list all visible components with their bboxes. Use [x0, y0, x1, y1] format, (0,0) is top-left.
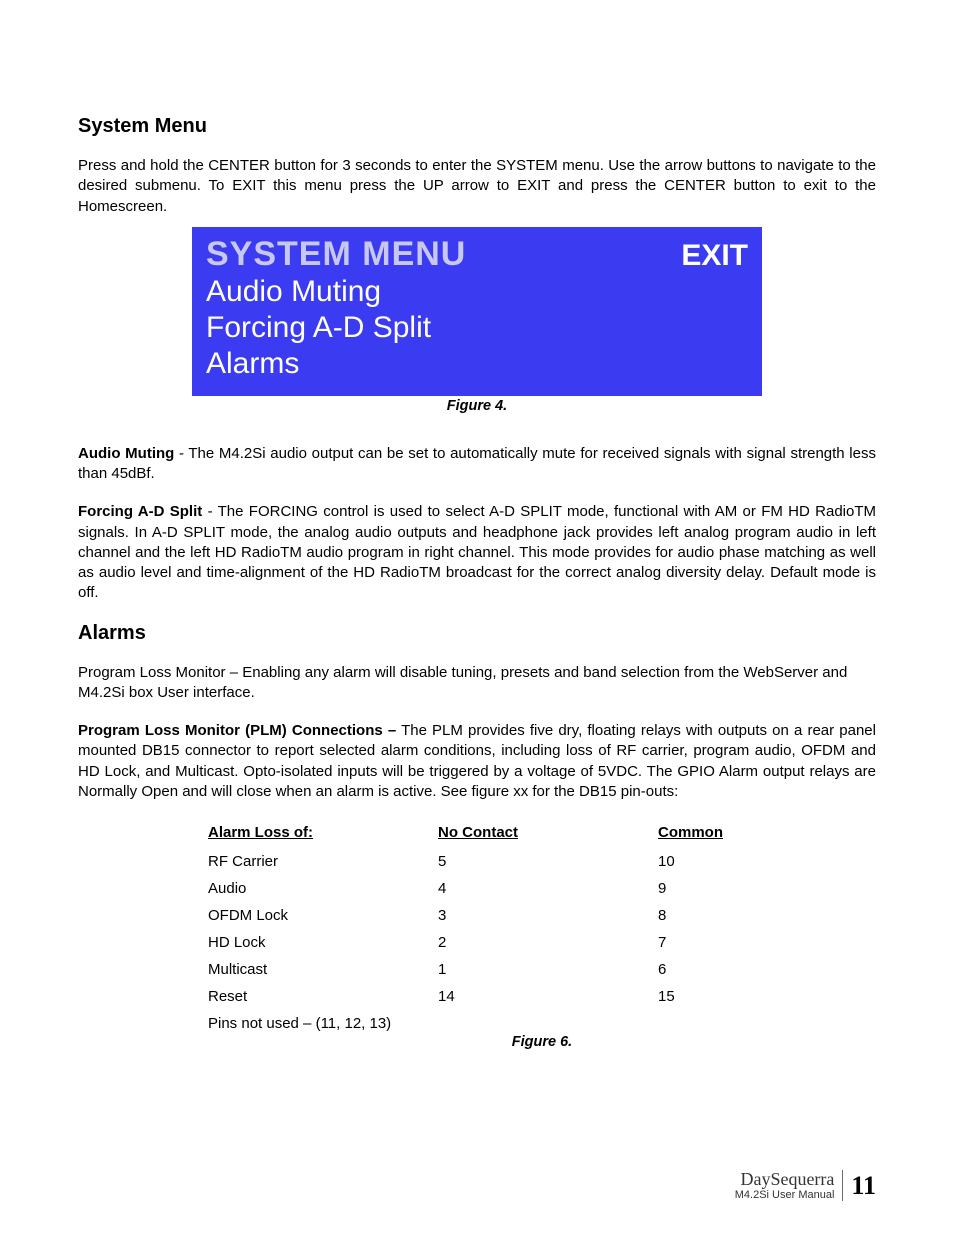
page-footer: DaySequerra M4.2Si User Manual 11 — [735, 1170, 876, 1201]
audio-muting-label: Audio Muting — [78, 445, 174, 462]
table-row: OFDM Lock 3 8 — [208, 907, 876, 924]
table-row: RF Carrier 5 10 — [208, 853, 876, 870]
audio-muting-paragraph: Audio Muting - The M4.2Si audio output c… — [78, 444, 876, 485]
table-header-nocontact: No Contact — [438, 824, 658, 841]
plm-label: Program Loss Monitor – — [78, 664, 238, 681]
table-header: Alarm Loss of: No Contact Common — [208, 824, 876, 841]
figure-6-caption: Figure 6. — [208, 1034, 876, 1050]
audio-muting-text: - The M4.2Si audio output can be set to … — [78, 445, 876, 482]
alarm-table: Alarm Loss of: No Contact Common RF Carr… — [208, 824, 876, 1050]
system-menu-screen: SYSTEM MENU EXIT Audio Muting Forcing A-… — [192, 227, 762, 396]
table-row: HD Lock 2 7 — [208, 934, 876, 951]
screen-title: SYSTEM MENU — [206, 235, 466, 274]
heading-system-menu: System Menu — [78, 115, 876, 138]
figure-4-caption: Figure 4. — [78, 398, 876, 414]
cell-alarm: RF Carrier — [208, 853, 438, 870]
cell-alarm: Multicast — [208, 961, 438, 978]
footer-brand: DaySequerra — [735, 1170, 835, 1188]
table-header-common: Common — [658, 824, 778, 841]
page: System Menu Press and hold the CENTER bu… — [0, 0, 954, 1235]
cell-nocontact: 1 — [438, 961, 658, 978]
plm-connections-label: Program Loss Monitor (PLM) Connections – — [78, 722, 396, 739]
table-note: Pins not used – (11, 12, 13) — [208, 1015, 876, 1032]
screen-line-forcing: Forcing A-D Split — [206, 310, 748, 346]
forcing-paragraph: Forcing A-D Split - The FORCING control … — [78, 502, 876, 603]
screen-line-alarms: Alarms — [206, 346, 748, 382]
cell-common: 9 — [658, 880, 778, 897]
table-row: Reset 14 15 — [208, 988, 876, 1005]
cell-nocontact: 14 — [438, 988, 658, 1005]
cell-common: 10 — [658, 853, 778, 870]
table-row: Audio 4 9 — [208, 880, 876, 897]
cell-common: 6 — [658, 961, 778, 978]
heading-alarms: Alarms — [78, 622, 876, 645]
cell-common: 8 — [658, 907, 778, 924]
table-row: Multicast 1 6 — [208, 961, 876, 978]
footer-manual: M4.2Si User Manual — [735, 1190, 835, 1201]
cell-common: 7 — [658, 934, 778, 951]
screen-exit: EXIT — [681, 239, 748, 273]
table-header-alarm: Alarm Loss of: — [208, 824, 438, 841]
intro-paragraph: Press and hold the CENTER button for 3 s… — [78, 156, 876, 217]
plm-paragraph: Program Loss Monitor – Enabling any alar… — [78, 663, 876, 704]
cell-alarm: Audio — [208, 880, 438, 897]
cell-nocontact: 5 — [438, 853, 658, 870]
cell-nocontact: 4 — [438, 880, 658, 897]
plm-connections-paragraph: Program Loss Monitor (PLM) Connections –… — [78, 721, 876, 802]
cell-common: 15 — [658, 988, 778, 1005]
forcing-label: Forcing A-D Split — [78, 503, 202, 520]
cell-nocontact: 3 — [438, 907, 658, 924]
cell-alarm: OFDM Lock — [208, 907, 438, 924]
cell-alarm: HD Lock — [208, 934, 438, 951]
page-number: 11 — [843, 1171, 876, 1201]
cell-alarm: Reset — [208, 988, 438, 1005]
screen-line-audio-muting: Audio Muting — [206, 274, 748, 310]
cell-nocontact: 2 — [438, 934, 658, 951]
